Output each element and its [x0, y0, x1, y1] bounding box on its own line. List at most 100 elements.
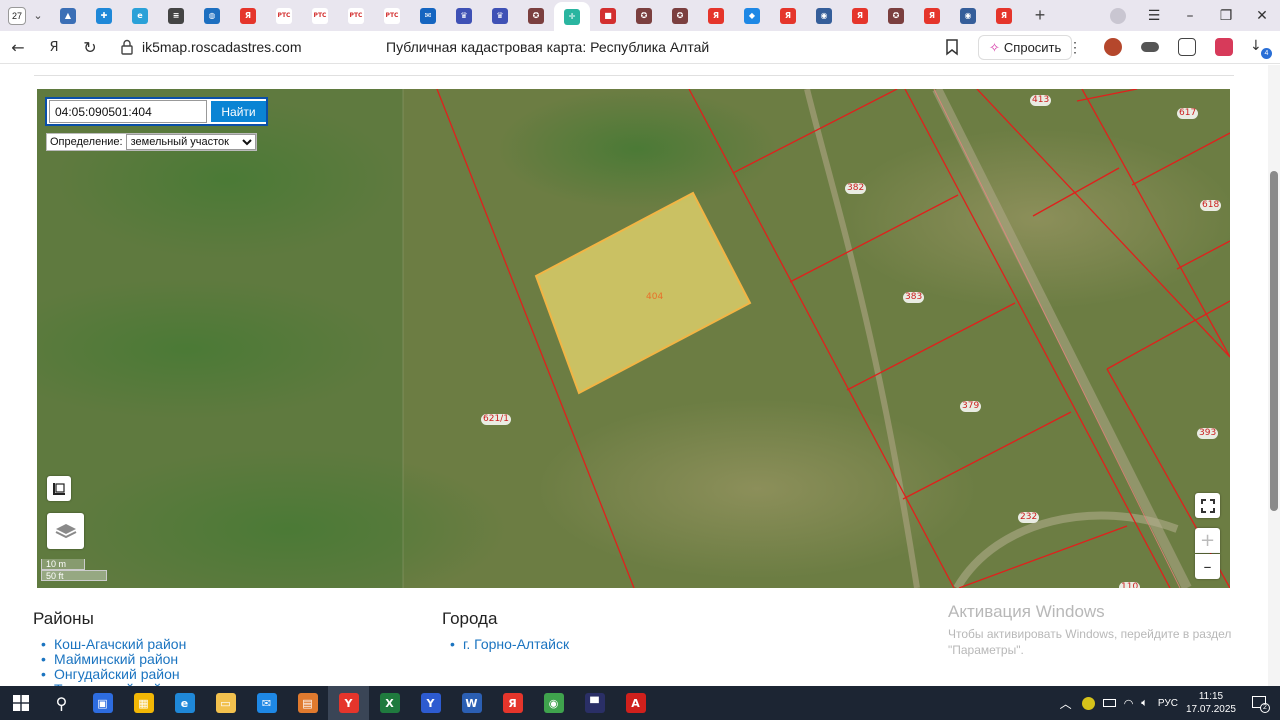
close-button[interactable]: ✕ — [1244, 0, 1280, 31]
browser-tab[interactable]: e — [122, 0, 158, 31]
browser-tab[interactable]: Я — [230, 0, 266, 31]
browser-tab[interactable]: ✚ — [86, 0, 122, 31]
reload-button[interactable]: ↻ — [72, 32, 108, 63]
parcel-label[interactable]: 383 — [903, 292, 925, 303]
scrollbar-thumb[interactable] — [1270, 171, 1278, 511]
ask-ai-button[interactable]: ✧ Спросить — [978, 35, 1073, 60]
taskbar-app-button[interactable]: ▀ — [574, 686, 615, 720]
browser-tab[interactable]: Я — [842, 0, 878, 31]
parcel-label[interactable]: 618 — [1200, 200, 1222, 211]
battery-icon[interactable] — [1102, 699, 1116, 707]
browser-tab[interactable]: ✪ — [518, 0, 554, 31]
browser-tab[interactable]: ◉ — [806, 0, 842, 31]
restore-button[interactable]: ❐ — [1208, 0, 1244, 31]
yandex-home-button[interactable]: Я — [36, 32, 72, 63]
browser-tab[interactable]: ✛ — [554, 2, 590, 31]
taskbar-app-button[interactable]: ▤ — [287, 686, 328, 720]
map-canvas[interactable] — [37, 89, 1230, 588]
browser-tab[interactable]: ◆ — [734, 0, 770, 31]
cloud-extension-icon[interactable] — [1141, 42, 1159, 52]
browser-tab[interactable]: ♛ — [482, 0, 518, 31]
taskbar-app-button[interactable]: ▣ — [82, 686, 123, 720]
back-button[interactable]: ← — [0, 32, 36, 63]
list-item-link[interactable]: Майминский район — [34, 652, 186, 668]
parcel-label[interactable]: 110 — [1119, 582, 1141, 588]
ruler-button[interactable] — [47, 476, 71, 501]
start-button[interactable] — [0, 686, 41, 720]
lock-icon[interactable] — [120, 39, 134, 55]
tray-app-icon[interactable] — [1081, 696, 1095, 710]
bookmark-icon[interactable] — [944, 38, 960, 56]
yandex-icon: Я — [996, 7, 1012, 24]
browser-tab[interactable]: ◉ — [950, 0, 986, 31]
parcel-label[interactable]: 232 — [1018, 512, 1040, 523]
definition-select[interactable]: земельный участок — [125, 134, 256, 150]
taskbar-app-button[interactable]: ⚲ — [41, 686, 82, 720]
parcel-label[interactable]: 621/1 — [481, 414, 511, 425]
zoom-in-button[interactable]: + — [1195, 528, 1220, 553]
browser-tab[interactable]: РТС — [266, 0, 302, 31]
taskbar-app-button[interactable]: ◉ — [533, 686, 574, 720]
taskbar-app-button[interactable]: Y — [328, 686, 369, 720]
language-indicator[interactable]: РУС — [1158, 698, 1178, 709]
parcel-label[interactable]: 404 — [644, 292, 665, 303]
browser-tab[interactable]: ◍ — [194, 0, 230, 31]
volume-icon[interactable]: 🔈︎ — [1141, 697, 1148, 710]
browser-tab[interactable]: ✪ — [878, 0, 914, 31]
tab-list-chevron-icon[interactable]: ⌄ — [26, 0, 50, 31]
browser-tab[interactable]: Я — [914, 0, 950, 31]
tab-count-badge[interactable]: 27 — [8, 6, 26, 25]
mail-extension-icon[interactable] — [1215, 38, 1233, 56]
parcel-label[interactable]: 413 — [1030, 95, 1052, 106]
cadastral-map[interactable]: 404 621/1 382 383 379 232 110 413 617 618 393 Найт… — [37, 89, 1230, 588]
new-tab-button[interactable]: + — [1022, 0, 1058, 31]
more-options-icon[interactable]: ⋮ — [1068, 39, 1082, 56]
cadastral-number-input[interactable] — [49, 100, 207, 123]
fullscreen-button[interactable] — [1195, 493, 1220, 518]
extension-icon[interactable] — [1104, 38, 1122, 56]
page-scrollbar[interactable] — [1268, 65, 1280, 686]
list-item-link[interactable]: г. Горно-Алтайск — [443, 637, 569, 653]
taskbar-app-button[interactable]: W — [451, 686, 492, 720]
clock[interactable]: 11:15 17.07.2025 — [1186, 690, 1236, 716]
browser-tab[interactable]: РТС — [338, 0, 374, 31]
taskbar-app-button[interactable]: A — [615, 686, 656, 720]
menu-icon[interactable]: ☰ — [1136, 0, 1172, 31]
emblem-icon: ♛ — [456, 7, 472, 24]
url-field[interactable]: ik5map.roscadastres.com — [142, 39, 302, 55]
taskbar-app-button[interactable]: e — [164, 686, 205, 720]
browser-tab[interactable]: Я — [770, 0, 806, 31]
minimize-button[interactable]: – — [1172, 0, 1208, 31]
browser-tab[interactable]: ≡ — [158, 0, 194, 31]
browser-tab[interactable]: ▲ — [50, 0, 86, 31]
notifications-button[interactable]: 2 — [1250, 693, 1270, 713]
browser-tab[interactable]: ✉ — [410, 0, 446, 31]
list-item-link[interactable]: Кош-Агачский район — [34, 637, 186, 653]
taskbar-app-button[interactable]: X — [369, 686, 410, 720]
browser-tab[interactable]: ♛ — [446, 0, 482, 31]
find-button[interactable]: Найти — [211, 101, 266, 122]
browser-tab[interactable]: РТС — [374, 0, 410, 31]
tray-chevron-icon[interactable]: ︿ — [1060, 695, 1072, 712]
taskbar-app-button[interactable]: Я — [492, 686, 533, 720]
taskbar-app-button[interactable]: Y — [410, 686, 451, 720]
parcel-label[interactable]: 393 — [1197, 428, 1219, 439]
zoom-out-button[interactable]: – — [1195, 554, 1220, 579]
profile-icon[interactable] — [1100, 0, 1136, 31]
taskbar-app-button[interactable]: ▭ — [205, 686, 246, 720]
parcel-label[interactable]: 379 — [960, 401, 982, 412]
layers-button[interactable] — [47, 513, 84, 549]
taskbar-app-button[interactable]: ✉ — [246, 686, 287, 720]
browser-tab[interactable]: РТС — [302, 0, 338, 31]
wifi-icon[interactable]: ◠ — [1124, 697, 1134, 710]
browser-tab[interactable]: Я — [698, 0, 734, 31]
browser-tab[interactable]: ✪ — [626, 0, 662, 31]
browser-tab[interactable]: Я — [986, 0, 1022, 31]
list-item-link[interactable]: Онгудайский район — [34, 667, 186, 683]
collections-icon[interactable] — [1178, 38, 1196, 56]
taskbar-app-button[interactable]: ▦ — [123, 686, 164, 720]
browser-tab[interactable]: ✪ — [662, 0, 698, 31]
browser-tab[interactable]: ■ — [590, 0, 626, 31]
parcel-label[interactable]: 617 — [1177, 108, 1199, 119]
parcel-label[interactable]: 382 — [845, 183, 867, 194]
